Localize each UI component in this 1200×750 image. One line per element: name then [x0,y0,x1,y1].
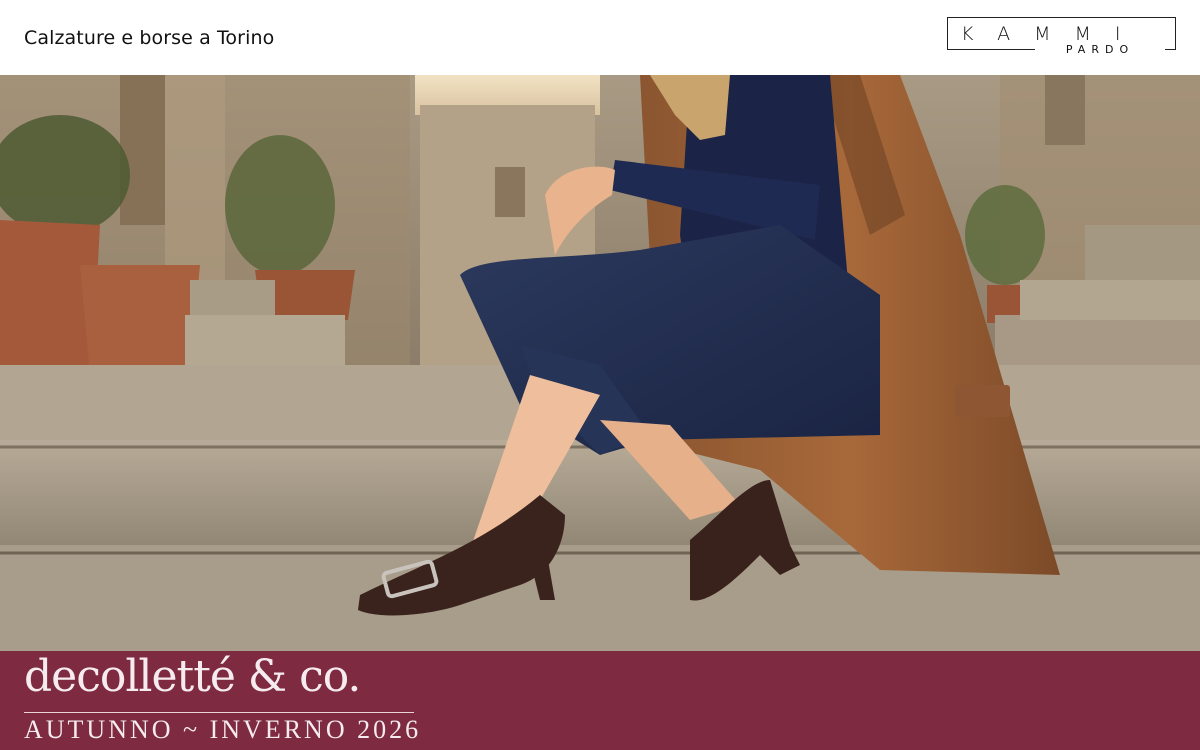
hero-illustration [0,75,1200,651]
collection-season: AUTUNNO ~ INVERNO 2026 [24,715,422,744]
hero-photo [0,75,1200,651]
brand-logo[interactable]: KAMMI PARDO [947,17,1176,57]
tagline: Calzature e borse a Torino [24,27,275,49]
collection-banner: decolletté & co. AUTUNNO ~ INVERNO 2026 [0,651,1200,750]
collection-title: decolletté & co. [24,651,361,702]
logo-brand-text: KAMMI [961,23,1145,45]
title-divider [24,712,414,713]
logo-sub-text: PARDO [1035,43,1165,57]
site-header: Calzature e borse a Torino KAMMI PARDO [0,0,1200,75]
